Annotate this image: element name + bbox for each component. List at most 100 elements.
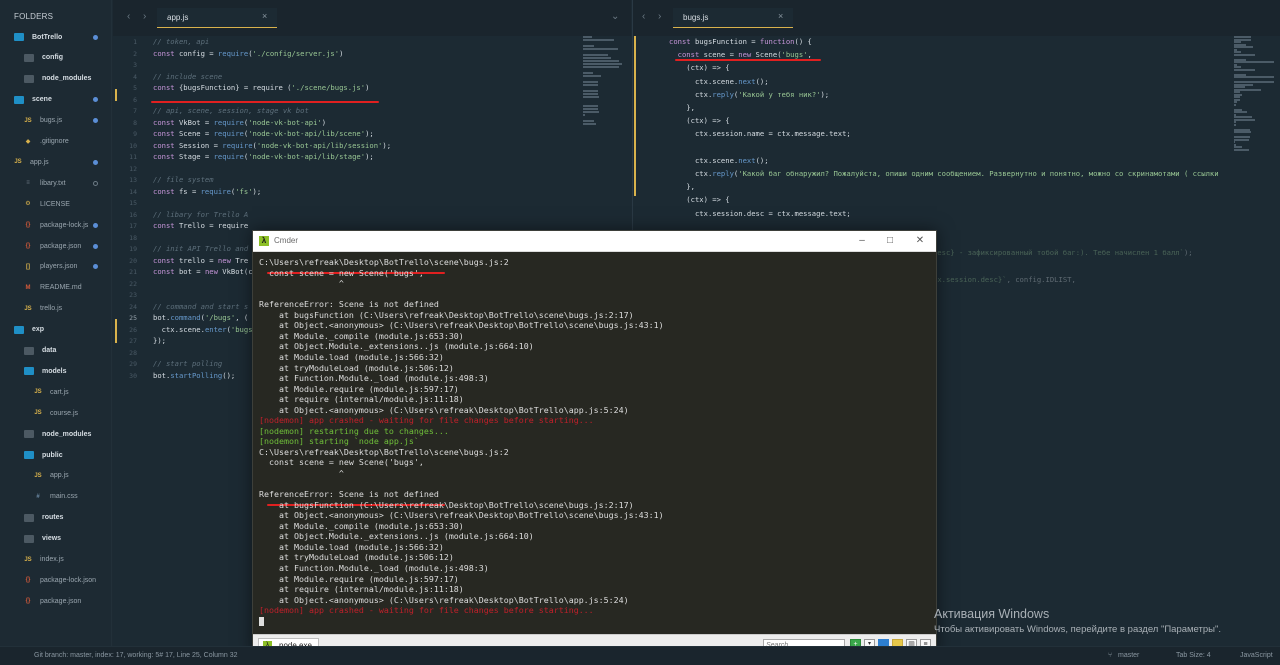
terminal-line: at Object.<anonymous> (C:\Users\refreak\… bbox=[259, 320, 664, 331]
tree-label: course.js bbox=[50, 409, 79, 417]
tree-file[interactable]: {} package-lock.js bbox=[0, 216, 111, 234]
terminal-line: at require (internal/module.js:11:18) bbox=[259, 394, 464, 405]
tree-label: app.js bbox=[30, 158, 49, 166]
minimap[interactable] bbox=[1232, 36, 1278, 156]
tree-folder[interactable]: exp bbox=[0, 321, 111, 339]
syntax-mode[interactable]: JavaScript bbox=[1240, 652, 1273, 659]
forward-arrow-icon[interactable]: › bbox=[143, 11, 146, 22]
json-file-icon: {} bbox=[25, 577, 31, 584]
line-number: 9 bbox=[133, 130, 137, 138]
back-arrow-icon[interactable]: ‹ bbox=[127, 11, 130, 22]
tree-label: BotTrello bbox=[32, 33, 63, 41]
tree-file[interactable]: {} package-lock.json bbox=[0, 571, 111, 589]
branch-icon: ⑂ bbox=[1108, 652, 1113, 659]
tree-file[interactable]: JS app.js bbox=[0, 153, 111, 171]
annotation-underline bbox=[151, 101, 379, 103]
tree-file[interactable]: JS course.js bbox=[0, 404, 111, 422]
code-line: }, bbox=[669, 103, 695, 112]
json-file-icon: {} bbox=[25, 243, 31, 249]
tree-folder[interactable]: node_modules bbox=[0, 70, 111, 88]
tree-label: models bbox=[42, 367, 67, 375]
terminal-line: at Module.load (module.js:566:32) bbox=[259, 541, 444, 552]
line-number: 19 bbox=[129, 245, 137, 253]
code-line: const trello = new Tre bbox=[153, 255, 249, 265]
minimap-line bbox=[583, 66, 619, 68]
tree-folder[interactable]: models bbox=[0, 362, 111, 380]
tree-folder[interactable]: config bbox=[0, 49, 111, 67]
cmder-window: λ Cmder – □ ✕ C:\Users\refreak\Desktop\B… bbox=[252, 230, 937, 656]
tree-file[interactable]: ◆ .gitignore bbox=[0, 133, 111, 151]
tree-file[interactable]: JS index.js bbox=[0, 551, 111, 569]
minimap[interactable] bbox=[581, 36, 627, 156]
modified-line-marker bbox=[115, 319, 117, 343]
close-tab-icon[interactable]: × bbox=[778, 11, 783, 21]
minimap-line bbox=[583, 84, 599, 86]
minimap-line bbox=[1234, 118, 1255, 121]
tree-label: README.md bbox=[40, 284, 82, 292]
minimap-line bbox=[1234, 61, 1274, 63]
branch-label[interactable]: master bbox=[1118, 652, 1139, 659]
js-file-icon: JS bbox=[34, 472, 42, 479]
tree-label: package-lock.js bbox=[40, 221, 89, 229]
tree-label: index.js bbox=[40, 556, 64, 563]
back-arrow-icon[interactable]: ‹ bbox=[642, 11, 645, 22]
terminal-line: ReferenceError: Scene is not defined bbox=[259, 489, 439, 500]
forward-arrow-icon[interactable]: › bbox=[658, 11, 661, 22]
tree-file[interactable]: {} package.json bbox=[0, 592, 111, 610]
code-line: bot.command('/bugs', ( bbox=[153, 313, 249, 322]
tree-file[interactable]: JS cart.js bbox=[0, 383, 111, 401]
code-line: // api, scene, session, stage vk bot bbox=[153, 106, 309, 115]
minimap-line bbox=[1234, 76, 1274, 78]
tree-folder[interactable]: views bbox=[0, 530, 111, 548]
code-line: const Session = require('node-vk-bot-api… bbox=[153, 140, 392, 150]
line-number: 7 bbox=[133, 107, 137, 115]
code-line: const VkBot = require('node-vk-bot-api') bbox=[153, 117, 327, 127]
terminal-line: at Function.Module._load (module.js:498:… bbox=[259, 373, 489, 384]
tree-file[interactable]: JS trello.js bbox=[0, 300, 111, 318]
tree-file[interactable]: {} package.json bbox=[0, 237, 111, 255]
tree-file[interactable]: M README.md bbox=[0, 279, 111, 297]
tree-folder[interactable]: data bbox=[0, 342, 111, 360]
tree-file[interactable]: JS app.js bbox=[0, 467, 111, 485]
minimize-icon[interactable]: – bbox=[855, 234, 869, 248]
code-line: const config = require('./config/server.… bbox=[153, 48, 344, 58]
modified-dot-icon bbox=[93, 243, 98, 249]
line-number: 20 bbox=[129, 256, 137, 265]
modified-dot-icon bbox=[93, 34, 98, 40]
tree-folder[interactable]: routes bbox=[0, 509, 111, 527]
code-line: const Trello = require bbox=[153, 221, 249, 230]
line-number: 4 bbox=[133, 72, 137, 81]
code-line: ctx.scene.next(); bbox=[669, 155, 769, 165]
tree-folder[interactable]: BotTrello bbox=[0, 28, 111, 46]
maximize-icon[interactable]: □ bbox=[883, 234, 897, 248]
line-number: 1 bbox=[133, 38, 137, 46]
line-number: 30 bbox=[129, 371, 137, 380]
tree-file[interactable]: [] players.json bbox=[0, 258, 111, 276]
tree-file[interactable]: ≡ libary.txt bbox=[0, 174, 111, 192]
tree-folder[interactable]: scene bbox=[0, 91, 111, 109]
tab-menu-chevron-icon[interactable]: ⌄ bbox=[611, 11, 619, 22]
line-number: 21 bbox=[129, 268, 137, 276]
tab-size[interactable]: Tab Size: 4 bbox=[1176, 652, 1211, 659]
tree-label: config bbox=[42, 54, 63, 62]
tab-app-js[interactable]: app.js bbox=[157, 8, 277, 28]
cmder-title-bar[interactable]: λ Cmder – □ ✕ bbox=[253, 231, 936, 252]
tree-file[interactable]: ⚙ LICENSE bbox=[0, 195, 111, 213]
minimap-line bbox=[1234, 138, 1249, 141]
minimap-line bbox=[583, 36, 593, 38]
sidebar: FOLDERS BotTrello config node_modules scene… bbox=[0, 0, 112, 646]
terminal-output[interactable]: C:\Users\refreak\Desktop\BotTrello\scene… bbox=[253, 253, 936, 635]
close-tab-icon[interactable]: × bbox=[262, 11, 267, 21]
tree-folder[interactable]: node_modules bbox=[0, 425, 111, 443]
terminal-line: at tryModuleLoad (module.js:506:12) bbox=[259, 552, 454, 563]
code-line: ctx.scene.enter('bugs bbox=[153, 324, 253, 334]
tab-bugs-js[interactable]: bugs.js bbox=[673, 8, 793, 28]
terminal-line: ^ bbox=[259, 468, 344, 478]
folder-icon bbox=[24, 430, 34, 439]
minimap-line bbox=[583, 105, 599, 107]
close-icon[interactable]: ✕ bbox=[913, 234, 927, 248]
tree-file[interactable]: JS bugs.js bbox=[0, 112, 111, 130]
terminal-line: at bugsFunction (C:\Users\refreak\Deskto… bbox=[259, 309, 634, 320]
tree-folder[interactable]: public bbox=[0, 446, 111, 464]
tree-file[interactable]: # main.css bbox=[0, 488, 111, 506]
